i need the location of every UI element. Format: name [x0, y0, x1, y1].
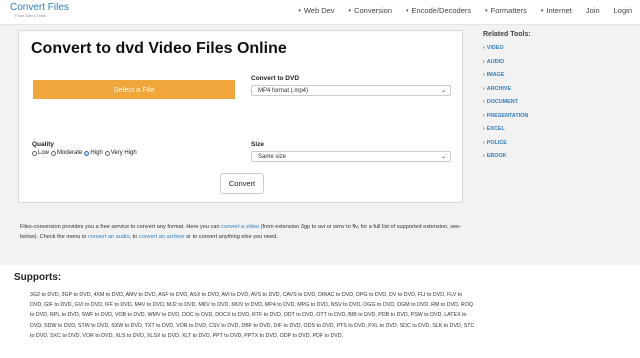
- nav-internet[interactable]: ▾ Internet: [541, 6, 572, 15]
- chevron-down-icon: ▾: [348, 8, 352, 14]
- radio-low[interactable]: [32, 150, 37, 156]
- size-label: Size: [251, 141, 265, 148]
- nav-label: Conversion: [354, 6, 392, 15]
- related-tools-sidebar: Related Tools: › VIDEO › AUDIO › IMAGE › ARC…: [483, 31, 633, 164]
- sidebar-label: PRESENTATION: [486, 112, 529, 119]
- chevron-down-icon: ▾: [298, 8, 301, 14]
- sidebar-item-archive[interactable]: › ARCHIVE: [483, 83, 633, 97]
- logo-title[interactable]: Convert Files: [10, 3, 69, 13]
- convert-archive-link[interactable]: convert an archive: [139, 234, 185, 240]
- nav-web-dev[interactable]: ▾ Web Dev: [298, 6, 334, 15]
- sidebar-item-police[interactable]: › POLICE: [483, 137, 633, 151]
- chevron-right-icon: ›: [483, 112, 485, 119]
- convert-button[interactable]: Convert: [220, 173, 264, 194]
- chevron-right-icon: ›: [483, 153, 485, 159]
- chevron-down-icon: ▾: [485, 8, 488, 14]
- desc-part: Files-conversion provides you a free ser…: [20, 224, 222, 230]
- converter-card: Convert to dvd Video Files Online Select…: [18, 30, 463, 203]
- radio-label: Low: [38, 150, 50, 156]
- page-title: Convert to dvd Video Files Online: [31, 40, 287, 57]
- description-text: Files-conversion provides you a free ser…: [20, 223, 465, 242]
- convert-to-label: Convert to DVD: [251, 75, 300, 82]
- radio-label: High: [90, 150, 103, 156]
- radio-high-selected[interactable]: [84, 150, 90, 156]
- chevron-right-icon: ›: [483, 45, 485, 51]
- chevron-right-icon: ›: [483, 72, 485, 78]
- sidebar-item-presentation[interactable]: › PRESENTATION: [483, 110, 633, 124]
- top-navbar: Convert Files From Dan's Tools ▾ Web Dev …: [0, 0, 640, 25]
- chevron-down-icon: ⌄: [440, 154, 446, 160]
- chevron-down-icon: ▾: [540, 8, 544, 14]
- chevron-down-icon: ⌄: [440, 88, 446, 94]
- radio-label: Very High: [110, 150, 137, 156]
- supports-list: 3G2 to DVD, 3GP to DVD, 4XM to DVD, AMV …: [30, 292, 475, 339]
- sidebar-item-audio[interactable]: › AUDIO: [483, 56, 633, 70]
- sidebar-item-video[interactable]: › VIDEO: [483, 42, 633, 56]
- nav-conversion[interactable]: ▾ Conversion: [349, 6, 392, 15]
- nav-encode-decoders[interactable]: ▾ Encode/Decoders: [406, 6, 471, 15]
- sidebar-label: ARCHIVE: [486, 85, 512, 92]
- size-select-value: Same size: [258, 154, 287, 160]
- nav-formatters[interactable]: ▾ Formatters: [485, 6, 527, 15]
- related-tools-title: Related Tools:: [483, 31, 531, 38]
- format-select-value: MP4 format (.mp4): [258, 88, 309, 94]
- main-nav: ▾ Web Dev ▾ Conversion ▾ Encode/Decoders ▾ F…: [284, 6, 632, 15]
- nav-join[interactable]: Join: [586, 6, 600, 15]
- chevron-down-icon: ▾: [406, 8, 409, 14]
- nav-label: Web Dev: [303, 6, 335, 15]
- sidebar-label: POLICE: [486, 139, 507, 146]
- sidebar-label: DOCUMENT: [486, 99, 518, 105]
- sidebar-item-document[interactable]: › DOCUMENT: [483, 96, 633, 110]
- chevron-right-icon: ›: [483, 85, 485, 92]
- nav-label: Formatters: [490, 6, 527, 15]
- nav-label: Encode/Decoders: [411, 6, 472, 15]
- radio-very-high[interactable]: [104, 150, 110, 156]
- chevron-right-icon: ›: [483, 126, 485, 132]
- sidebar-label: IMAGE: [486, 72, 505, 78]
- select-file-button[interactable]: Select a File: [33, 80, 235, 99]
- sidebar-label: EBOOK: [486, 153, 507, 159]
- convert-video-link[interactable]: convert a video: [221, 224, 259, 230]
- chevron-right-icon: ›: [483, 99, 485, 105]
- quality-label: Quality: [32, 141, 55, 148]
- logo-subtitle: From Dan's Tools: [15, 13, 46, 18]
- desc-part: , to: [129, 233, 139, 240]
- convert-audio-link[interactable]: convert an audio: [88, 234, 129, 240]
- format-select[interactable]: MP4 format (.mp4) ⌄: [251, 85, 451, 96]
- site-logo[interactable]: Convert Files From Dan's Tools: [10, 3, 69, 19]
- sidebar-label: AUDIO: [486, 58, 505, 65]
- quality-radio-group: Low Moderate High Very High: [32, 150, 139, 156]
- sidebar-item-excel[interactable]: › EXCEL: [483, 123, 633, 137]
- quality-option-moderate[interactable]: Moderate: [51, 150, 82, 156]
- chevron-right-icon: ›: [483, 139, 485, 146]
- sidebar-item-ebook[interactable]: › EBOOK: [483, 150, 633, 164]
- supports-heading: Supports:: [14, 272, 62, 283]
- nav-label: Internet: [546, 6, 572, 15]
- nav-login[interactable]: Login: [614, 6, 632, 15]
- quality-option-very-high[interactable]: Very High: [104, 150, 137, 156]
- quality-option-high[interactable]: High: [84, 150, 103, 156]
- desc-part: or to convert anything else you need.: [184, 233, 278, 240]
- size-select[interactable]: Same size ⌄: [251, 151, 451, 162]
- sidebar-label: VIDEO: [486, 45, 504, 51]
- sidebar-item-image[interactable]: › IMAGE: [483, 69, 633, 83]
- quality-option-low[interactable]: Low: [32, 150, 49, 156]
- sidebar-label: EXCEL: [486, 126, 505, 132]
- radio-label: Moderate: [57, 150, 83, 156]
- radio-moderate[interactable]: [51, 150, 57, 156]
- chevron-right-icon: ›: [483, 58, 485, 65]
